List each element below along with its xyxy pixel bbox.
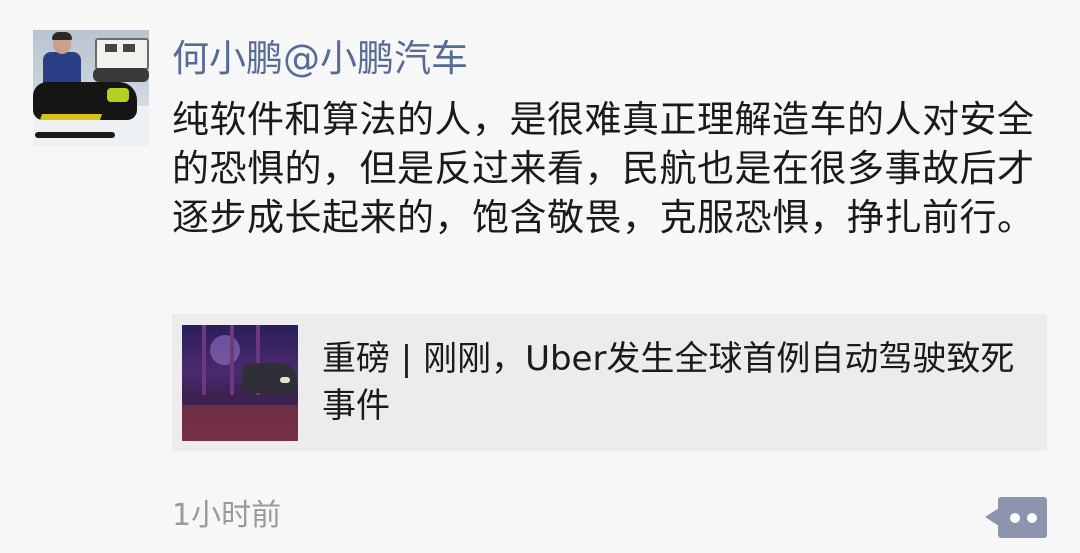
comment-button[interactable] — [985, 497, 1047, 538]
shared-link-card[interactable]: 重磅 | 刚刚，Uber发生全球首例自动驾驶致死事件 — [172, 314, 1047, 451]
post-timestamp: 1小时前 — [172, 498, 282, 533]
link-title: 重磅 | 刚刚，Uber发生全球首例自动驾驶致死事件 — [322, 339, 1015, 426]
author-name[interactable]: 何小鹏@小鹏汽车 — [172, 36, 468, 82]
post-text: 纯软件和算法的人，是很难真正理解造车的人对安全的恐惧的，但是反过来看，民航也是在… — [172, 98, 1035, 239]
link-thumbnail — [182, 325, 298, 441]
avatar[interactable] — [33, 30, 149, 146]
moments-post: 何小鹏@小鹏汽车 纯软件和算法的人，是很难真正理解造车的人对安全的恐惧的，但是反… — [0, 0, 1080, 553]
comment-dots-icon — [985, 508, 999, 526]
avatar-vehicle-shape — [95, 38, 149, 70]
